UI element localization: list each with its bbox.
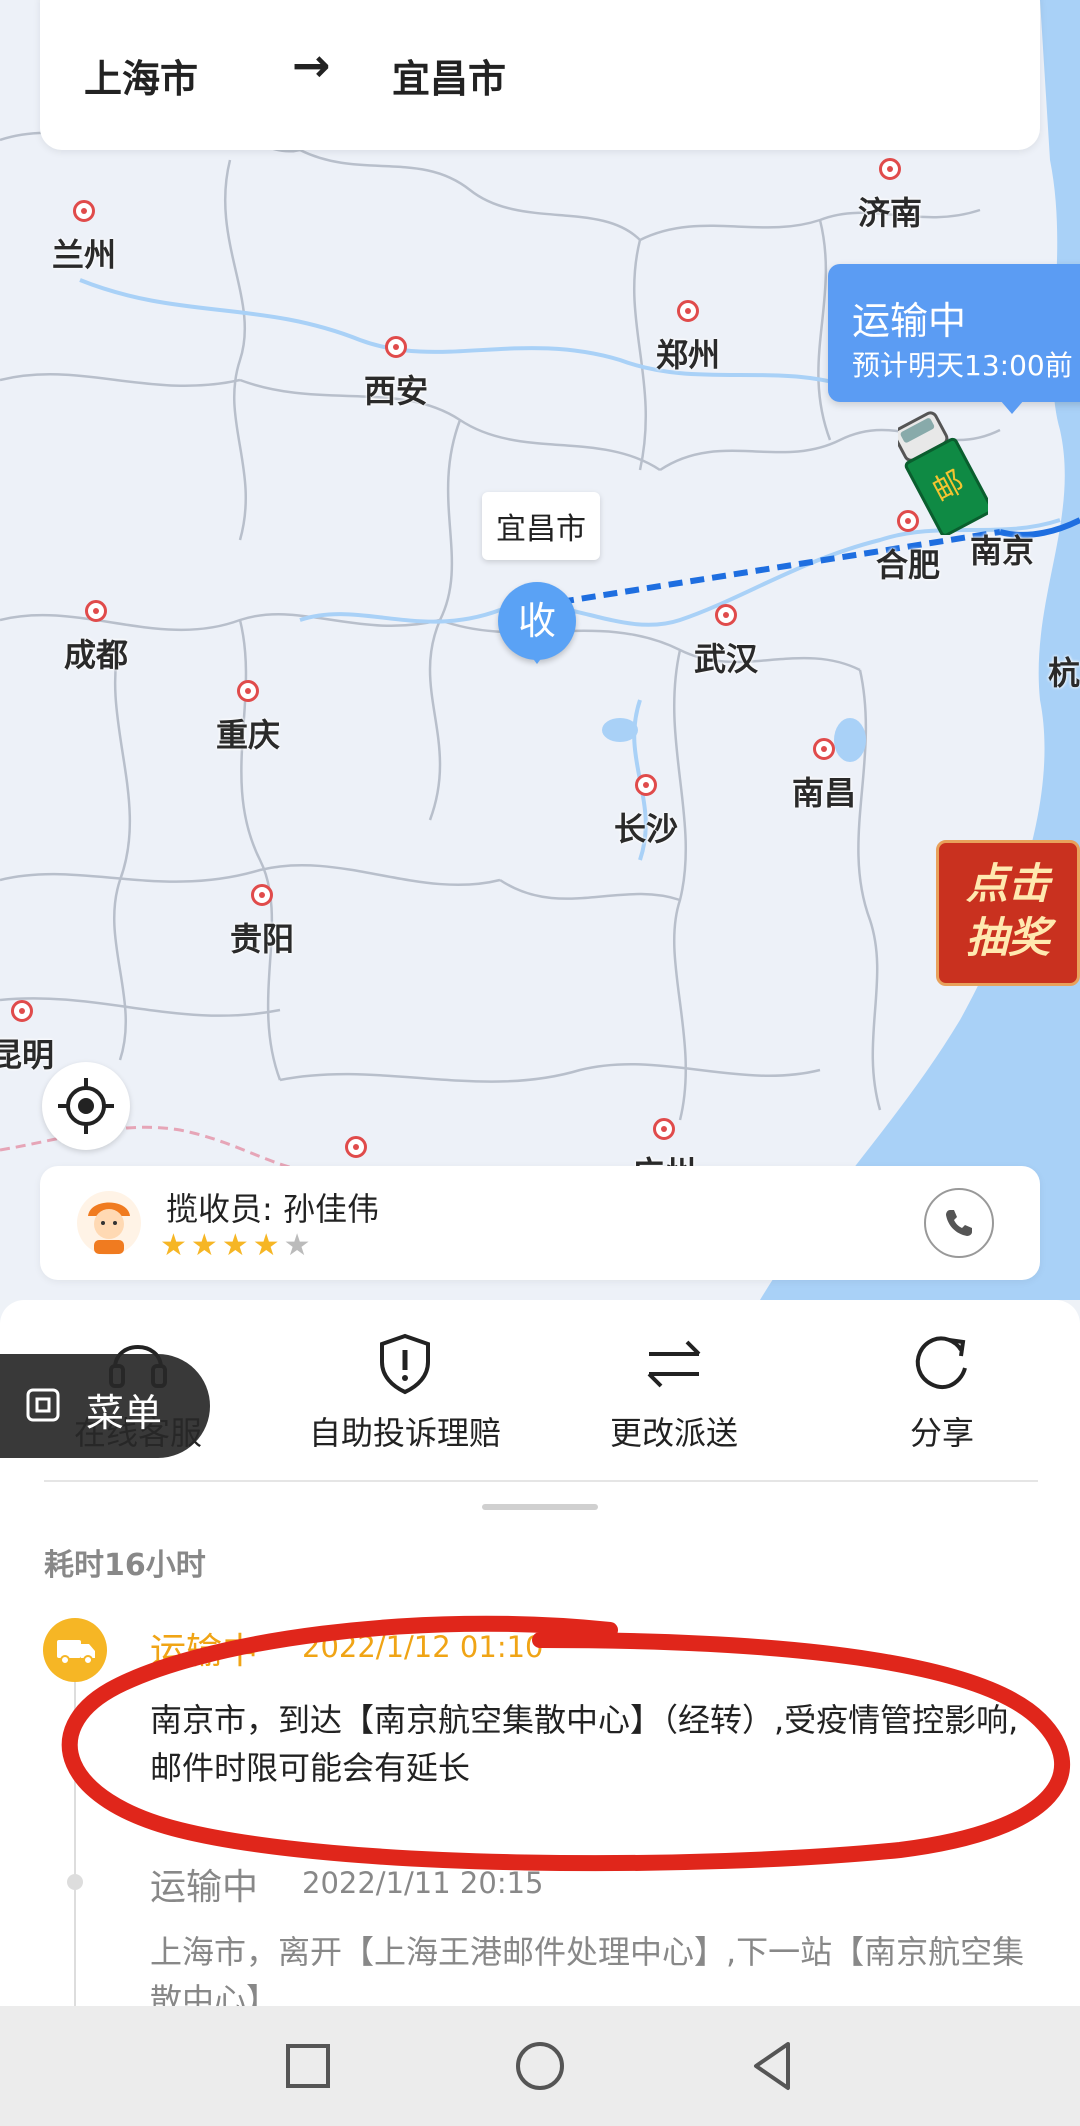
event-status: 运输中 [150, 1867, 259, 1908]
route-destination: 宜昌市 [392, 57, 507, 101]
event-time: 2022/1/11 20:15 [302, 1866, 544, 1900]
action-share[interactable]: 分享 [812, 1330, 1072, 1454]
home-icon[interactable] [510, 2036, 570, 2096]
phone-icon [946, 1210, 972, 1236]
city-marker-hangzhou: 杭 [1047, 654, 1080, 692]
action-label: 自助投诉理赔 [308, 1414, 501, 1452]
city-marker-chongqing: 重庆 [216, 680, 280, 756]
truck-status-icon [43, 1618, 107, 1682]
route-arrow-icon: → [292, 38, 331, 92]
timeline-dot [67, 1874, 83, 1890]
action-complaint[interactable]: 自助投诉理赔 [275, 1330, 535, 1454]
menu-button[interactable]: 菜单 [0, 1354, 210, 1458]
call-button[interactable] [924, 1188, 994, 1258]
action-label: 更改派送 [609, 1414, 738, 1452]
star-icon: ★ [252, 1228, 284, 1263]
lottery-line2: 抽奖 [965, 913, 1050, 962]
lottery-line1: 点击 [965, 859, 1050, 908]
star-icon: ★ [160, 1228, 191, 1263]
map-view[interactable]: 济南 兰州 郑州 西安 合肥 南京 成都 武汉 重庆 南昌 长沙 贵阳 昆明 广… [0, 0, 1080, 1300]
city-marker-guiyang: 贵阳 [230, 884, 294, 960]
back-icon[interactable] [742, 2036, 802, 2096]
lottery-button[interactable]: 点击 抽奖 [936, 840, 1080, 986]
city-marker-changsha: 长沙 [614, 774, 678, 850]
action-change-delivery[interactable]: 更改派送 [544, 1330, 804, 1454]
system-nav-bar [0, 2006, 1080, 2126]
bubble-eta: 预计明天13:00前 [852, 349, 1073, 382]
receive-pin[interactable]: 收 [498, 582, 576, 664]
city-marker-lanzhou: 兰州 [52, 200, 116, 276]
share-refresh-icon [915, 1336, 967, 1389]
delivery-truck-icon: 邮 [898, 411, 988, 535]
event-description: 上海市，离开【上海王港邮件处理中心】,下一站【南京航空集散中心】 [150, 1933, 1025, 2006]
city-marker-jinan: 济南 [858, 158, 922, 234]
city-marker-nanchang: 南昌 [792, 738, 856, 814]
courier-rating: ★★★★★ [160, 1228, 315, 1263]
bubble-status: 运输中 [852, 299, 967, 343]
city-marker-wuhan: 武汉 [694, 604, 758, 680]
star-icon: ★ [190, 1228, 222, 1263]
swap-arrows-icon [647, 1340, 701, 1388]
courier-avatar [77, 1191, 141, 1255]
divider [44, 1480, 1038, 1482]
timeline-line [74, 1676, 76, 2006]
transit-duration: 耗时16小时 [44, 1548, 206, 1583]
star-icon: ★ [221, 1228, 253, 1263]
menu-label: 菜单 [86, 1391, 163, 1435]
city-marker-zhengzhou: 郑州 [656, 300, 720, 376]
city-marker-unlabeled [345, 1136, 367, 1166]
event-status: 运输中 [150, 1631, 259, 1672]
route-card: 上海市 → 宜昌市 [40, 0, 1040, 150]
courier-name: 揽收员: 孙佳伟 [166, 1190, 379, 1228]
sheet-drag-handle[interactable] [482, 1504, 598, 1510]
star-empty-icon: ★ [283, 1228, 315, 1263]
event-description: 南京市，到达【南京航空集散中心】（经转）,受疫情管控影响,邮件时限可能会有延长 [150, 1701, 1019, 1787]
menu-square-icon [26, 1388, 60, 1422]
destination-label: 宜昌市 [482, 492, 600, 560]
courier-card: 揽收员: 孙佳伟 ★★★★★ [40, 1166, 1040, 1280]
city-marker-chengdu: 成都 [64, 600, 128, 676]
event-time: 2022/1/12 01:10 [302, 1630, 544, 1664]
crosshair-icon [58, 1078, 114, 1134]
city-marker-xian: 西安 [364, 336, 428, 412]
action-label: 分享 [909, 1414, 974, 1452]
route-origin: 上海市 [84, 57, 199, 101]
shield-alert-icon [380, 1333, 430, 1395]
recent-apps-icon[interactable] [278, 2036, 338, 2096]
locate-button[interactable] [42, 1062, 130, 1150]
transit-status-bubble: 运输中 预计明天13:00前 [828, 264, 1080, 414]
